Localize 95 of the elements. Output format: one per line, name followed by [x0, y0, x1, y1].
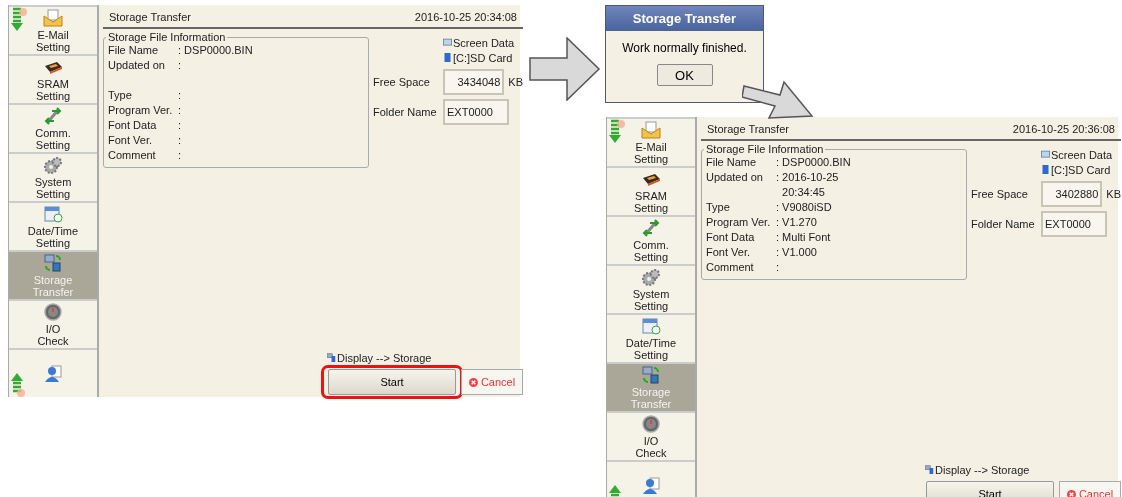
field-value: :	[178, 58, 182, 73]
field-value: : V1.270	[776, 215, 817, 230]
field-label: Font Ver.	[108, 133, 154, 148]
field-label: Comment	[706, 260, 755, 275]
transfer-icon	[43, 253, 63, 272]
field-value: :	[178, 103, 182, 118]
monitor-icon	[1041, 150, 1050, 159]
field-label: Updated on	[706, 170, 764, 185]
panel-title: Storage File Information	[705, 143, 825, 155]
free-space-value: 3434048	[443, 69, 505, 95]
sidebar-item[interactable]: Date/Time Setting	[9, 203, 97, 252]
unit-label: KB	[508, 76, 523, 88]
start-button[interactable]: Start	[328, 369, 456, 395]
sidebar-item[interactable]: System Setting	[607, 266, 695, 315]
sidebar-item[interactable]	[9, 350, 97, 397]
gears-icon	[43, 155, 63, 174]
source-label: [C:]SD Card	[1051, 163, 1111, 176]
sidebar-item[interactable]: Comm. Setting	[9, 105, 97, 154]
sidebar-item[interactable]: SRAM Setting	[607, 168, 695, 217]
field-value: : DSP0000.BIN	[776, 155, 851, 170]
user-icon	[641, 476, 661, 495]
field-label: Updated on	[108, 58, 166, 73]
sd-card-icon	[443, 53, 452, 62]
calendar-clock-icon	[43, 204, 63, 223]
field-label: File Name	[706, 155, 758, 170]
field-value: : Multi Font	[776, 230, 831, 245]
gears-icon	[641, 267, 661, 286]
scroll-down-icon[interactable]	[11, 7, 27, 33]
exchange-arrows-icon	[641, 218, 661, 237]
sidebar-item[interactable]: I/O Check	[9, 301, 97, 350]
field-label: Program Ver.	[108, 103, 174, 118]
cancel-icon	[468, 377, 478, 387]
sidebar-item[interactable]: I/O Check	[607, 413, 695, 462]
transfer-icon	[641, 365, 661, 384]
folder-name-field[interactable]: EXT0000	[1041, 211, 1107, 237]
monitor-icon	[443, 38, 452, 47]
field-value: :	[178, 118, 182, 133]
folder-name-field[interactable]: EXT0000	[443, 99, 509, 125]
field-label: Type	[108, 88, 133, 103]
source-label: [C:]SD Card	[453, 51, 513, 64]
folder-name-label: Folder Name	[971, 218, 1036, 230]
dialog-title: Storage Transfer	[606, 6, 763, 31]
transfer-direction-icon	[925, 465, 934, 474]
sd-card-icon	[1041, 165, 1050, 174]
field-label: Font Ver.	[706, 245, 752, 260]
field-label: Font Data	[108, 118, 158, 133]
gauge-icon	[641, 414, 661, 433]
sidebar-item[interactable]: E-Mail Setting	[607, 119, 695, 168]
panel-title: Storage File Information	[107, 31, 227, 43]
field-value: : 2016-10-25 20:34:45	[776, 170, 839, 200]
envelope-icon	[641, 120, 661, 139]
field-label: File Name	[108, 43, 160, 58]
field-label: Program Ver.	[706, 215, 772, 230]
sidebar-item[interactable]: E-Mail Setting	[9, 7, 97, 56]
user-icon	[43, 364, 63, 383]
screen-title: Storage Transfer	[109, 11, 191, 23]
field-value: : V1.000	[776, 245, 817, 260]
envelope-icon	[43, 8, 63, 27]
scroll-up-icon[interactable]	[11, 371, 27, 397]
field-value: :	[178, 88, 182, 103]
free-space-value: 3402880	[1041, 181, 1103, 207]
sidebar-item[interactable]: SRAM Setting	[9, 56, 97, 105]
sidebar-item[interactable]	[607, 462, 695, 497]
date-time: 2016-10-25 20:34:08	[414, 11, 517, 23]
screen-title: Storage Transfer	[707, 123, 789, 135]
field-value: :	[178, 133, 182, 148]
cancel-icon	[1066, 489, 1076, 497]
sidebar-item[interactable]: Date/Time Setting	[607, 315, 695, 364]
transfer-direction-icon	[327, 353, 336, 362]
exchange-arrows-icon	[43, 106, 63, 125]
ok-button[interactable]: OK	[656, 64, 713, 86]
transfer-direction: Display --> Storage	[337, 351, 432, 364]
transfer-direction: Display --> Storage	[935, 463, 1030, 476]
dialog-message: Work normally finished.	[622, 41, 747, 55]
right-arrow-icon	[529, 37, 601, 101]
source-label: Screen Data	[453, 36, 515, 49]
free-space-label: Free Space	[373, 76, 431, 88]
gauge-icon	[43, 302, 63, 321]
free-space-label: Free Space	[971, 188, 1029, 200]
sidebar-item[interactable]: System Setting	[9, 154, 97, 203]
field-value: :	[178, 148, 182, 163]
folder-name-label: Folder Name	[373, 106, 438, 118]
source-label: Screen Data	[1051, 148, 1113, 161]
date-time: 2016-10-25 20:36:08	[1012, 123, 1115, 135]
field-value: : V9080iSD	[776, 200, 832, 215]
field-label: Font Data	[706, 230, 756, 245]
cancel-button[interactable]: Cancel	[461, 369, 523, 395]
field-value: : DSP0000.BIN	[178, 43, 253, 58]
scroll-down-icon[interactable]	[609, 119, 625, 145]
field-label: Comment	[108, 148, 157, 163]
field-label: Type	[706, 200, 731, 215]
field-value: :	[776, 260, 780, 275]
calendar-clock-icon	[641, 316, 661, 335]
unit-label: KB	[1106, 188, 1121, 200]
sidebar-item[interactable]: Comm. Setting	[607, 217, 695, 266]
